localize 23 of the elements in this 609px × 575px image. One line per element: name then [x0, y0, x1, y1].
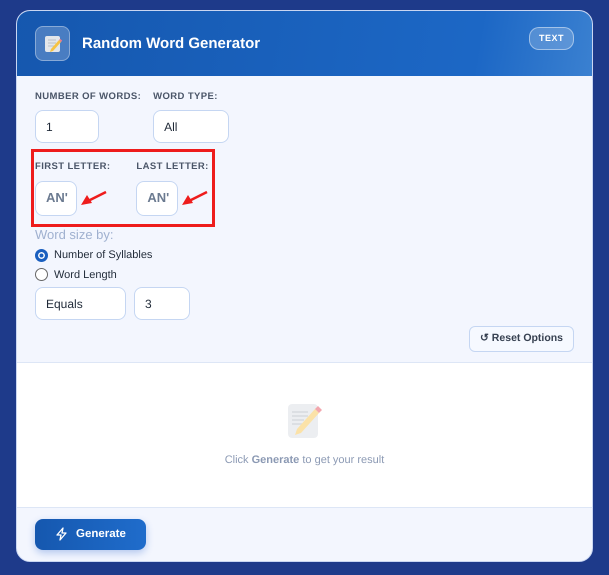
input-field[interactable]: All — [153, 110, 230, 144]
section-label: Word size by: — [35, 226, 115, 244]
generate-button[interactable]: Generate — [35, 518, 146, 550]
amount-field[interactable]: 3 — [134, 287, 190, 320]
input-field[interactable]: 1 — [35, 110, 99, 144]
field-label: FIRST LETTER: — [35, 160, 110, 174]
result-message: Click Generate to get your result — [224, 453, 384, 468]
field-label: LAST LETTER: — [136, 160, 210, 174]
input-field[interactable]: AN' — [35, 180, 77, 216]
field-label: WORD TYPE: — [153, 90, 219, 104]
category-badge: TEXT — [528, 26, 574, 50]
app-title: Random Word Generator — [82, 34, 260, 52]
input-field[interactable]: AN' — [136, 180, 178, 216]
lightning-icon — [55, 527, 68, 542]
arrow-icon — [181, 188, 210, 208]
reset-button[interactable]: ↺ Reset Options — [468, 326, 574, 352]
comparison-select[interactable]: Equals — [35, 287, 126, 320]
radio-option[interactable]: Word Length — [35, 266, 574, 283]
field-label: NUMBER OF WORDS: — [35, 90, 142, 104]
memo-icon — [35, 26, 70, 61]
memo-icon — [288, 401, 322, 438]
radio-option[interactable]: Number of Syllables — [35, 247, 574, 264]
arrow-icon — [80, 188, 108, 208]
